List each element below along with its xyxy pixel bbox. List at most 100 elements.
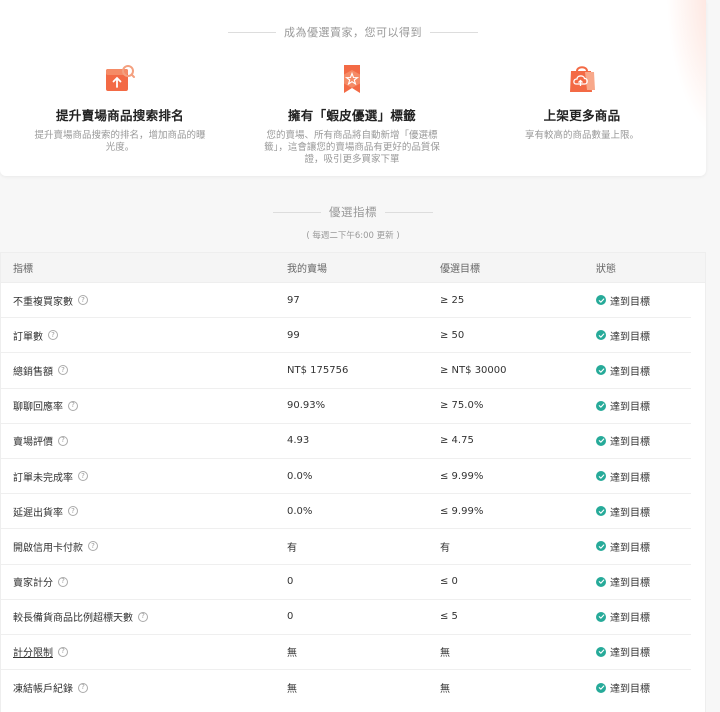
status-text: 達到目標 — [610, 684, 650, 696]
column-header-metric: 指標 — [13, 264, 33, 275]
search-rank-icon — [106, 65, 135, 91]
status-cell: 達到目標 — [596, 328, 691, 343]
column-header-status: 狀態 — [596, 264, 616, 275]
metric-name: 賣家計分 — [13, 578, 53, 590]
status-text: 達到目標 — [610, 613, 650, 625]
my-shop-value: NT$ 175756 — [287, 364, 349, 376]
metric-name: 延遲出貨率 — [13, 507, 63, 519]
my-shop-value: 無 — [287, 648, 297, 660]
check-circle-icon — [596, 576, 606, 587]
upload-bag-icon — [570, 66, 595, 92]
question-circle-icon[interactable]: ? — [48, 330, 58, 341]
metric-name: 聊聊回應率 — [13, 402, 63, 414]
metric-name: 開啟信用卡付款 — [13, 542, 83, 554]
table-row: 較長備貨商品比例超標天數? 0 ≤ 5 達到目標 — [1, 600, 691, 635]
metrics-section-title: 優選指標 — [0, 204, 706, 220]
target-value: 無 — [440, 684, 450, 696]
metric-name: 賣場評價 — [13, 437, 53, 449]
benefit-title: 擁有「蝦皮優選」標籤 — [287, 108, 416, 123]
metric-name: 訂單數 — [13, 331, 43, 343]
status-text: 達到目標 — [610, 507, 650, 519]
table-row: 總銷售額? NT$ 175756 ≥ NT$ 30000 達到目標 — [1, 353, 691, 389]
metric-name: 總銷售額 — [13, 366, 53, 378]
question-circle-icon[interactable]: ? — [58, 576, 68, 587]
question-circle-icon[interactable]: ? — [58, 435, 68, 446]
table-header: 指標 我的賣場 優選目標 狀態 — [1, 253, 705, 283]
benefit-title: 提升賣場商品搜索排名 — [55, 108, 184, 123]
my-shop-value: 無 — [287, 684, 297, 696]
divider-line — [385, 211, 433, 213]
question-circle-icon[interactable]: ? — [68, 506, 78, 517]
table-row: 計分限制? 無無達到目標 — [1, 635, 691, 671]
target-value: ≤ 5 — [440, 611, 458, 623]
benefit-description: 提升賣場商品搜索的排名，增加商品的曝光度。 — [34, 130, 206, 153]
status-text: 達到目標 — [610, 472, 650, 484]
check-circle-icon — [596, 682, 606, 693]
table-row: 延遲出貨率? 0.0% ≤ 9.99% 達到目標 — [1, 494, 691, 530]
benefits-section-title: 成為優選賣家，您可以得到 — [0, 24, 706, 40]
table-row: 不重複買家數? 97 ≥ 25 達到目標 — [1, 283, 691, 319]
status-cell: 達到目標 — [596, 504, 691, 519]
status-text: 達到目標 — [610, 578, 650, 590]
status-text: 達到目標 — [610, 366, 650, 378]
my-shop-value: 4.93 — [287, 435, 310, 447]
update-schedule-note: ( 每週二下午6:00 更新 ) — [306, 231, 400, 241]
benefit-preferred-badge: 擁有「蝦皮優選」標籤 您的賣場、所有商品將自動新增「優選標籤」，這會讓您的賣場商… — [252, 62, 452, 166]
table-row: 賣家計分? 0 ≤ 0 達到目標 — [1, 565, 691, 600]
check-circle-icon — [596, 365, 606, 376]
metric-name-cell: 凍結帳戶紀錄? — [1, 680, 287, 695]
my-shop-value: 有 — [287, 542, 297, 554]
target-value: 無 — [440, 648, 450, 660]
question-circle-icon[interactable]: ? — [138, 611, 148, 622]
metric-name-cell: 總銷售額? — [1, 363, 287, 378]
metric-name-cell: 計分限制? — [1, 644, 287, 659]
target-value: ≤ 0 — [440, 576, 458, 588]
status-cell: 達到目標 — [596, 363, 691, 378]
target-value: ≥ 4.75 — [440, 435, 474, 447]
metric-name-cell: 訂單未完成率? — [1, 469, 287, 484]
target-value: ≤ 9.99% — [440, 505, 484, 517]
status-text: 達到目標 — [610, 648, 650, 660]
my-shop-value: 97 — [287, 294, 300, 306]
status-cell: 達到目標 — [596, 433, 691, 448]
question-circle-icon[interactable]: ? — [78, 471, 88, 482]
check-circle-icon — [596, 506, 606, 517]
table-row: 賣場評價? 4.93 ≥ 4.75 達到目標 — [1, 424, 691, 459]
status-cell: 達到目標 — [596, 609, 691, 624]
question-circle-icon[interactable]: ? — [58, 646, 68, 657]
status-text: 達到目標 — [610, 542, 650, 554]
status-cell: 達到目標 — [596, 398, 691, 413]
status-text: 達到目標 — [610, 402, 650, 414]
metrics-heading: 優選指標 ( 每週二下午6:00 更新 ) — [0, 204, 706, 241]
target-value: ≥ NT$ 30000 — [440, 364, 507, 376]
my-shop-value: 0 — [287, 611, 294, 623]
question-circle-icon[interactable]: ? — [78, 682, 88, 693]
status-text: 達到目標 — [610, 296, 650, 308]
question-circle-icon[interactable]: ? — [68, 400, 78, 411]
benefit-search-rank: 提升賣場商品搜索排名 提升賣場商品搜索的排名，增加商品的曝光度。 — [20, 62, 220, 154]
metrics-title-text: 優選指標 — [329, 205, 377, 219]
target-value: ≥ 75.0% — [440, 400, 484, 412]
target-value: ≥ 25 — [440, 294, 465, 306]
divider-line — [228, 31, 276, 33]
metric-name-cell: 賣家計分? — [1, 574, 287, 589]
table-body: 不重複買家數? 97 ≥ 25 達到目標 訂單數? 99 ≥ 50 達到目標 總銷售額? NT$ … — [1, 283, 705, 705]
status-cell: 達到目標 — [596, 539, 691, 554]
metric-name: 凍結帳戶紀錄 — [13, 684, 73, 696]
column-header-target: 優選目標 — [440, 264, 480, 275]
benefits-title-text: 成為優選賣家，您可以得到 — [284, 26, 422, 39]
metric-name: 訂單未完成率 — [13, 472, 73, 484]
question-circle-icon[interactable]: ? — [58, 365, 68, 376]
check-circle-icon — [596, 646, 606, 657]
target-value: ≥ 50 — [440, 329, 465, 341]
my-shop-value: 0.0% — [287, 505, 313, 517]
question-circle-icon[interactable]: ? — [88, 541, 98, 552]
check-circle-icon — [596, 471, 606, 482]
metric-name-link[interactable]: 計分限制 — [13, 644, 53, 659]
table-row: 聊聊回應率? 90.93% ≥ 75.0% 達到目標 — [1, 389, 691, 424]
check-circle-icon — [596, 435, 606, 446]
benefit-more-listings: 上架更多商品 享有較高的商品數量上限。 — [482, 62, 682, 142]
target-value: 有 — [440, 542, 450, 554]
benefit-description: 享有較高的商品數量上限。 — [524, 130, 639, 141]
question-circle-icon[interactable]: ? — [78, 295, 88, 306]
